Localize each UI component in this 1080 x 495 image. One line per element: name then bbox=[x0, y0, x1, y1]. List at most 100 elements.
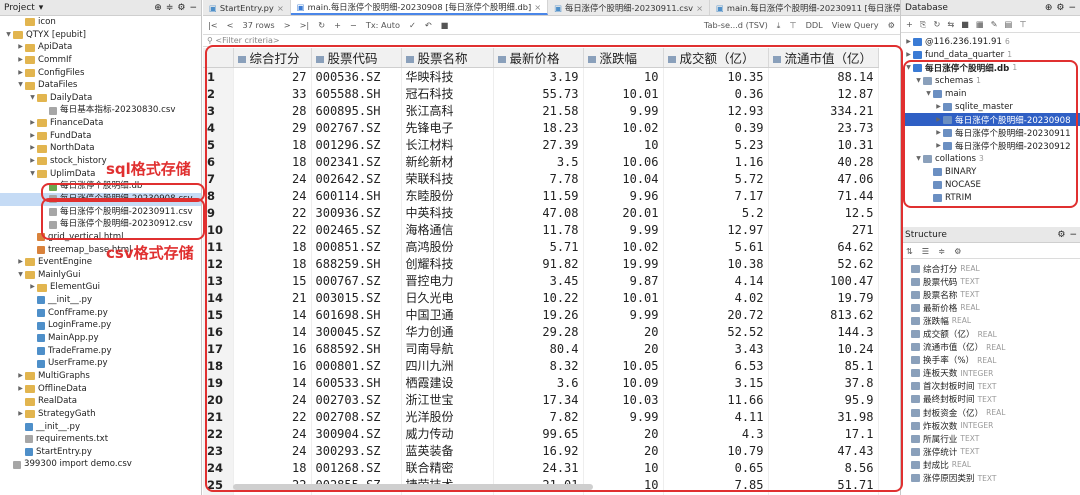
gear-icon[interactable]: ⚙ bbox=[1056, 3, 1064, 13]
chevron-down-icon[interactable]: ▼ bbox=[16, 269, 25, 282]
collapse-icon[interactable]: ≑ bbox=[938, 246, 945, 256]
structure-column-item[interactable]: 涨跌幅 REAL bbox=[901, 314, 1080, 327]
project-tree-item[interactable]: __init__.py bbox=[0, 294, 201, 307]
structure-column-item[interactable]: 涨停原因类别 TEXT bbox=[901, 472, 1080, 485]
chevron-right-icon[interactable]: ▶ bbox=[28, 142, 37, 155]
chevron-right-icon[interactable]: ▶ bbox=[16, 408, 25, 421]
structure-column-item[interactable]: 综合打分 REAL bbox=[901, 262, 1080, 275]
copy-icon[interactable]: ⎘ bbox=[920, 19, 927, 30]
edit-icon[interactable]: ✎ bbox=[991, 19, 998, 29]
rollback-icon[interactable]: ↶ bbox=[425, 20, 432, 30]
prev-page-icon[interactable]: < bbox=[227, 20, 234, 30]
chevron-down-icon[interactable]: ▼ bbox=[4, 29, 13, 42]
project-tree-item[interactable]: ▶ ConfigFiles bbox=[0, 67, 201, 80]
console-icon[interactable]: ▤ bbox=[1005, 19, 1013, 29]
structure-column-item[interactable]: 流通市值（亿） REAL bbox=[901, 341, 1080, 354]
expand-icon[interactable]: ☰ bbox=[922, 246, 929, 256]
chevron-right-icon[interactable]: ▶ bbox=[28, 155, 37, 168]
gear-icon[interactable]: ⚙ bbox=[177, 3, 185, 13]
project-tree-item[interactable]: ConfFrame.py bbox=[0, 307, 201, 320]
structure-column-item[interactable]: 封成比 REAL bbox=[901, 458, 1080, 471]
chevron-down-icon[interactable]: ▼ bbox=[28, 92, 37, 105]
chevron-down-icon[interactable]: ▾ bbox=[39, 3, 44, 13]
locate-icon[interactable]: ⊕ bbox=[1045, 3, 1053, 13]
filter-icon[interactable]: ⊤ bbox=[789, 20, 796, 30]
project-tree-item[interactable]: __init__.py bbox=[0, 421, 201, 434]
structure-column-item[interactable]: 所属行业 TEXT bbox=[901, 432, 1080, 445]
add-row-icon[interactable]: + bbox=[334, 20, 341, 30]
project-tree-item[interactable]: icon bbox=[0, 16, 201, 29]
chevron-right-icon[interactable]: ▶ bbox=[16, 383, 25, 396]
database-tree-item[interactable]: ▶ @116.236.191.91 6 bbox=[901, 35, 1080, 48]
add-icon[interactable]: + bbox=[906, 19, 913, 29]
structure-column-item[interactable]: 最新价格 REAL bbox=[901, 301, 1080, 314]
structure-column-item[interactable]: 封板资金（亿） REAL bbox=[901, 406, 1080, 419]
project-tree-item[interactable]: ▼ DataFiles bbox=[0, 79, 201, 92]
project-tree-item[interactable]: MainApp.py bbox=[0, 332, 201, 345]
first-page-icon[interactable]: |< bbox=[208, 20, 218, 30]
chevron-right-icon[interactable]: ▶ bbox=[28, 281, 37, 294]
minimize-icon[interactable]: − bbox=[189, 3, 197, 13]
table-icon[interactable]: ▦ bbox=[976, 19, 984, 29]
project-tree-item[interactable]: requirements.txt bbox=[0, 433, 201, 446]
gear-icon[interactable]: ⚙ bbox=[1057, 230, 1065, 240]
sync-icon[interactable]: ⇆ bbox=[947, 19, 954, 29]
project-tree-item[interactable]: RealData bbox=[0, 395, 201, 408]
project-tree-item[interactable]: ▶ FundData bbox=[0, 130, 201, 143]
project-tree-item[interactable]: ▼ MainlyGui bbox=[0, 269, 201, 282]
structure-column-item[interactable]: 股票代码 TEXT bbox=[901, 275, 1080, 288]
commit-icon[interactable]: ✓ bbox=[409, 20, 416, 30]
row-count[interactable]: 37 rows bbox=[243, 20, 275, 30]
chevron-down-icon[interactable]: ▼ bbox=[16, 79, 25, 92]
structure-column-item[interactable]: 首次封板时间 TEXT bbox=[901, 380, 1080, 393]
project-tree-item[interactable]: 每日基本指标-20230830.csv bbox=[0, 104, 201, 117]
editor-tab[interactable]: ▣main.每日涨停个股明细-20230911 [每日涨停个股明细.db]× bbox=[710, 0, 900, 15]
project-tree-item[interactable]: ▼ QTYX [epubit] bbox=[0, 29, 201, 42]
close-icon[interactable]: × bbox=[534, 2, 541, 12]
ddl-button[interactable]: DDL bbox=[806, 20, 823, 30]
chevron-right-icon[interactable]: ▶ bbox=[904, 51, 913, 58]
project-tree-item[interactable]: ▶ ApiData bbox=[0, 41, 201, 54]
download-icon[interactable]: ⤓ bbox=[777, 20, 781, 31]
last-page-icon[interactable]: >| bbox=[300, 20, 310, 30]
gear-icon[interactable]: ⚙ bbox=[888, 20, 895, 30]
project-tree-item[interactable]: ▶ StrategyGath bbox=[0, 408, 201, 421]
chevron-down-icon[interactable]: ▼ bbox=[28, 168, 37, 181]
chevron-right-icon[interactable]: ▶ bbox=[16, 41, 25, 54]
stop-icon[interactable]: ■ bbox=[961, 19, 969, 29]
project-tree-item[interactable]: LoginFrame.py bbox=[0, 319, 201, 332]
project-tree-item[interactable]: ▶ ElementGui bbox=[0, 281, 201, 294]
next-page-icon[interactable]: > bbox=[284, 20, 291, 30]
chevron-right-icon[interactable]: ▶ bbox=[28, 130, 37, 143]
view-query-button[interactable]: View Query bbox=[832, 20, 879, 30]
export-format[interactable]: Tab-se...d (TSV) bbox=[704, 20, 768, 30]
filter-icon[interactable]: ⊤ bbox=[1019, 19, 1026, 29]
reload-icon[interactable]: ↻ bbox=[318, 20, 325, 30]
chevron-right-icon[interactable]: ▶ bbox=[904, 38, 913, 45]
project-tree-item[interactable]: ▶ MultiGraphs bbox=[0, 370, 201, 383]
settings-icon[interactable]: ⚙ bbox=[954, 246, 961, 256]
structure-column-item[interactable]: 股票名称 TEXT bbox=[901, 288, 1080, 301]
chevron-right-icon[interactable]: ▶ bbox=[16, 256, 25, 269]
structure-column-item[interactable]: 最终封板时间 TEXT bbox=[901, 393, 1080, 406]
chevron-right-icon[interactable]: ▶ bbox=[16, 370, 25, 383]
structure-column-item[interactable]: 炸板次数 INTEGER bbox=[901, 419, 1080, 432]
chevron-right-icon[interactable]: ▶ bbox=[16, 67, 25, 80]
delete-row-icon[interactable]: − bbox=[350, 20, 357, 30]
project-tree-item[interactable]: 399300 import demo.csv bbox=[0, 458, 201, 471]
tx-mode[interactable]: Tx: Auto bbox=[366, 20, 400, 30]
chevron-right-icon[interactable]: ▶ bbox=[28, 117, 37, 130]
project-tree-item[interactable]: TradeFrame.py bbox=[0, 345, 201, 358]
minimize-icon[interactable]: − bbox=[1069, 230, 1077, 240]
project-tree-item[interactable]: ▶ NorthData bbox=[0, 142, 201, 155]
close-icon[interactable]: × bbox=[277, 3, 284, 13]
editor-tab[interactable]: ▣ 每日涨停个股明细-20230911.csv × bbox=[548, 0, 711, 15]
project-tree-item[interactable]: StartEntry.py bbox=[0, 446, 201, 459]
structure-column-item[interactable]: 涨停统计 TEXT bbox=[901, 445, 1080, 458]
chevron-right-icon[interactable]: ▶ bbox=[16, 54, 25, 67]
sort-icon[interactable]: ⇅ bbox=[906, 246, 913, 256]
structure-column-item[interactable]: 换手率（%） REAL bbox=[901, 354, 1080, 367]
locate-icon[interactable]: ⊕ bbox=[154, 3, 162, 13]
project-tree-item[interactable]: ▶ OfflineData bbox=[0, 383, 201, 396]
editor-tab[interactable]: ▣ main.每日涨停个股明细-20230908 [每日涨停个股明细.db] × bbox=[290, 0, 549, 15]
